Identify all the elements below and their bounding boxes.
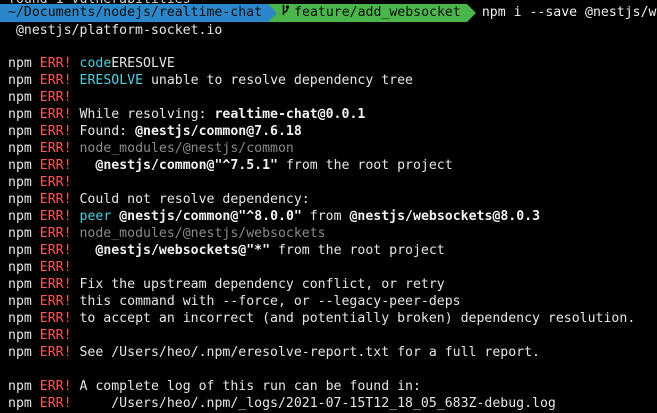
log-path: node_modules/@nestjs/common: [71, 141, 294, 156]
npm-prefix: npm: [8, 328, 32, 343]
err-tag: ERR!: [39, 192, 72, 207]
npm-prefix: npm: [8, 243, 32, 258]
err-tag: ERR!: [39, 311, 72, 326]
log-text: A complete log of this run can be found …: [71, 379, 421, 394]
log-text: from the root project: [278, 158, 453, 173]
log-line: npm ERR! See /Users/heo/.npm/eresolve-re…: [8, 344, 540, 361]
err-tag: ERR!: [39, 260, 72, 275]
log-line: npm ERR! Fix the upstream dependency con…: [8, 276, 445, 293]
err-tag: ERR!: [39, 73, 72, 88]
log-line: npm ERR! node_modules/@nestjs/common: [8, 140, 294, 157]
log-line: npm ERR! peer @nestjs/common@"^8.0.0" fr…: [8, 208, 540, 225]
prompt-separator-arrow: [268, 4, 278, 22]
npm-prefix: npm: [8, 226, 32, 241]
log-text: While resolving:: [71, 107, 215, 122]
npm-prefix: npm: [8, 73, 32, 88]
npm-prefix: npm: [8, 107, 32, 122]
log-text: from the root project: [270, 243, 445, 258]
npm-prefix: npm: [8, 192, 32, 207]
log-text: ERESOLVE: [111, 56, 175, 71]
npm-prefix: npm: [8, 396, 32, 411]
log-keyword: peer: [79, 209, 112, 224]
err-tag: ERR!: [39, 141, 72, 156]
log-text: from: [301, 209, 350, 224]
err-tag: ERR!: [39, 158, 72, 173]
log-line: npm ERR! @nestjs/websockets@"*" from the…: [8, 242, 445, 259]
npm-prefix: npm: [8, 124, 32, 139]
err-tag: ERR!: [39, 175, 72, 190]
npm-prefix: npm: [8, 345, 32, 360]
err-tag: ERR!: [39, 107, 72, 122]
err-tag: ERR!: [39, 56, 72, 71]
npm-prefix: npm: [8, 175, 32, 190]
terminal-window[interactable]: found 1 vulnerabilities ~/Documents/node…: [0, 0, 657, 413]
err-tag: ERR!: [39, 396, 72, 411]
package-spec: @nestjs/common@7.6.18: [135, 124, 302, 139]
log-line: npm ERR!: [8, 327, 72, 344]
log-line: npm ERR! codeERESOLVE: [8, 55, 175, 72]
log-line: npm ERR! While resolving: realtime-chat@…: [8, 106, 365, 123]
err-tag: ERR!: [39, 328, 72, 343]
err-tag: ERR!: [39, 124, 72, 139]
err-tag: ERR!: [39, 277, 72, 292]
err-tag: ERR!: [39, 90, 72, 105]
log-line: npm ERR!: [8, 259, 72, 276]
log-text: this command with --force, or --legacy-p…: [71, 294, 461, 309]
log-line: npm ERR! /Users/heo/.npm/_logs/2021-07-1…: [8, 395, 556, 412]
git-branch-icon: [281, 4, 290, 22]
npm-prefix: npm: [8, 209, 32, 224]
npm-prefix: npm: [8, 260, 32, 275]
log-line: npm ERR!: [8, 89, 72, 106]
err-tag: ERR!: [39, 226, 72, 241]
log-line: npm ERR! this command with --force, or -…: [8, 293, 461, 310]
log-text: Could not resolve dependency:: [71, 192, 310, 207]
log-line: npm ERR! @nestjs/common@"^7.5.1" from th…: [8, 157, 453, 174]
log-line: npm ERR! to accept an incorrect (and pot…: [8, 310, 635, 327]
typed-command: npm i --save @nestjs/websockets: [481, 5, 657, 20]
log-text: /Users/heo/.npm/_logs/2021-07-15T12_18_0…: [71, 396, 556, 411]
npm-prefix: npm: [8, 141, 32, 156]
err-tag: ERR!: [39, 345, 72, 360]
prompt-separator-arrow: [466, 4, 476, 22]
package-spec: @nestjs/websockets@8.0.3: [349, 209, 541, 224]
prompt-git-segment: feature/add_websocket: [277, 4, 467, 22]
prompt-directory: ~/Documents/nodejs/realtime-chat: [0, 4, 269, 22]
npm-prefix: npm: [8, 158, 32, 173]
npm-prefix: npm: [8, 90, 32, 105]
log-line: npm ERR! Could not resolve dependency:: [8, 191, 310, 208]
err-tag: ERR!: [39, 243, 72, 258]
package-spec: @nestjs/websockets@"*": [95, 243, 271, 258]
log-text: unable to resolve dependency tree: [143, 73, 413, 88]
log-keyword: code: [79, 56, 112, 71]
npm-prefix: npm: [8, 56, 32, 71]
err-tag: ERR!: [39, 209, 72, 224]
package-spec: @nestjs/common@"^8.0.0": [119, 209, 302, 224]
log-text: to accept an incorrect (and potentially …: [71, 311, 636, 326]
npm-prefix: npm: [8, 277, 32, 292]
prompt-branch-name: feature/add_websocket: [294, 5, 461, 20]
log-path: node_modules/@nestjs/websockets: [71, 226, 326, 241]
package-spec: @nestjs/common@"^7.5.1": [95, 158, 278, 173]
err-tag: ERR!: [39, 379, 72, 394]
npm-prefix: npm: [8, 311, 32, 326]
log-line: npm ERR! node_modules/@nestjs/websockets: [8, 225, 326, 242]
log-line: npm ERR!: [8, 174, 72, 191]
npm-prefix: npm: [8, 379, 32, 394]
log-text: Found:: [71, 124, 136, 139]
package-spec: realtime-chat@0.0.1: [214, 107, 366, 122]
log-line: npm ERR! ERESOLVE unable to resolve depe…: [8, 72, 413, 89]
log-text: See /Users/heo/.npm/eresolve-report.txt …: [71, 345, 540, 360]
log-keyword: ERESOLVE: [79, 73, 144, 88]
npm-prefix: npm: [8, 294, 32, 309]
typed-command-continuation: @nestjs/platform-socket.io: [8, 23, 223, 38]
log-line: npm ERR! Found: @nestjs/common@7.6.18: [8, 123, 302, 140]
err-tag: ERR!: [39, 294, 72, 309]
log-indent: [72, 243, 96, 258]
log-indent: [72, 158, 96, 173]
shell-prompt: ~/Documents/nodejs/realtime-chat feature…: [0, 4, 657, 22]
log-line: npm ERR! A complete log of this run can …: [8, 378, 421, 395]
log-text: Fix the upstream dependency conflict, or…: [71, 277, 445, 292]
